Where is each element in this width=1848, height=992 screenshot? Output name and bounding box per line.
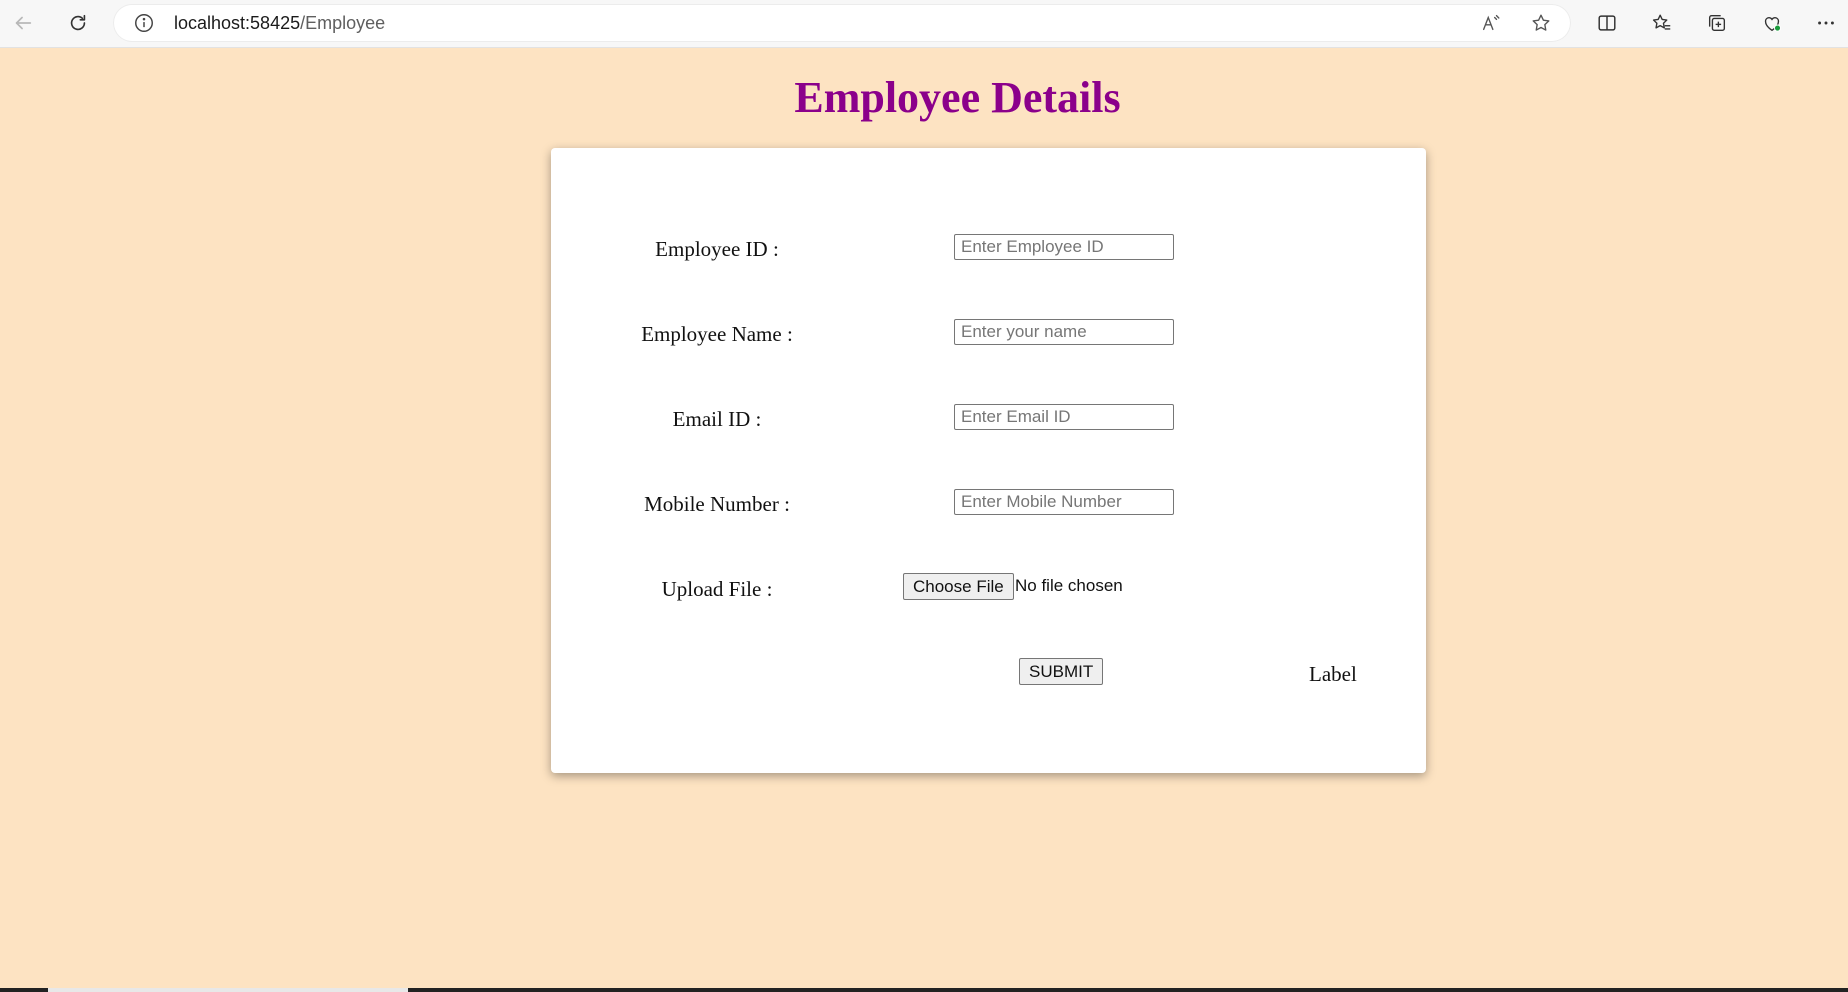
url-path: /Employee: [300, 13, 386, 33]
employee-name-label: Employee Name :: [641, 322, 793, 346]
favorite-star-icon[interactable]: [1530, 12, 1552, 34]
upload-file-row: Upload File : Choose File No file chosen: [551, 568, 1426, 608]
mobile-number-row: Mobile Number :: [551, 483, 1426, 523]
page-title: Employee Details: [794, 73, 1121, 122]
choose-file-button[interactable]: Choose File: [903, 573, 1014, 600]
address-bar[interactable]: localhost:58425/Employee: [113, 4, 1571, 42]
browser-toolbar: localhost:58425/Employee: [0, 0, 1848, 48]
info-icon[interactable]: [133, 12, 155, 34]
taskbar-segment: [48, 988, 408, 992]
mobile-number-label: Mobile Number :: [644, 492, 790, 516]
submit-button[interactable]: SUBMIT: [1019, 658, 1104, 685]
read-aloud-icon[interactable]: [1480, 12, 1502, 34]
employee-name-row: Employee Name :: [551, 313, 1426, 353]
refresh-icon[interactable]: [63, 8, 93, 38]
submit-row: SUBMIT Label: [551, 653, 1426, 693]
result-label: Label: [1309, 662, 1357, 686]
file-status-text: No file chosen: [1015, 576, 1123, 595]
employee-id-label: Employee ID :: [655, 237, 779, 261]
more-icon[interactable]: [1811, 8, 1841, 38]
favorites-icon[interactable]: [1647, 8, 1677, 38]
email-id-label: Email ID :: [672, 407, 762, 431]
url-text[interactable]: localhost:58425/Employee: [174, 13, 385, 34]
url-host: localhost:58425: [174, 13, 301, 33]
employee-form-card: Employee ID : Employee Name : Email ID :…: [551, 148, 1426, 773]
taskbar-edge: [0, 988, 1848, 992]
email-id-input[interactable]: [954, 404, 1174, 430]
split-screen-icon[interactable]: [1592, 8, 1622, 38]
employee-id-row: Employee ID :: [551, 228, 1426, 268]
browser-essentials-icon[interactable]: [1757, 8, 1787, 38]
employee-id-input[interactable]: [954, 234, 1174, 260]
mobile-number-input[interactable]: [954, 489, 1174, 515]
collections-icon[interactable]: [1702, 8, 1732, 38]
employee-name-input[interactable]: [954, 319, 1174, 345]
upload-file-label: Upload File :: [661, 577, 773, 601]
back-icon[interactable]: [8, 8, 38, 38]
email-id-row: Email ID :: [551, 398, 1426, 438]
